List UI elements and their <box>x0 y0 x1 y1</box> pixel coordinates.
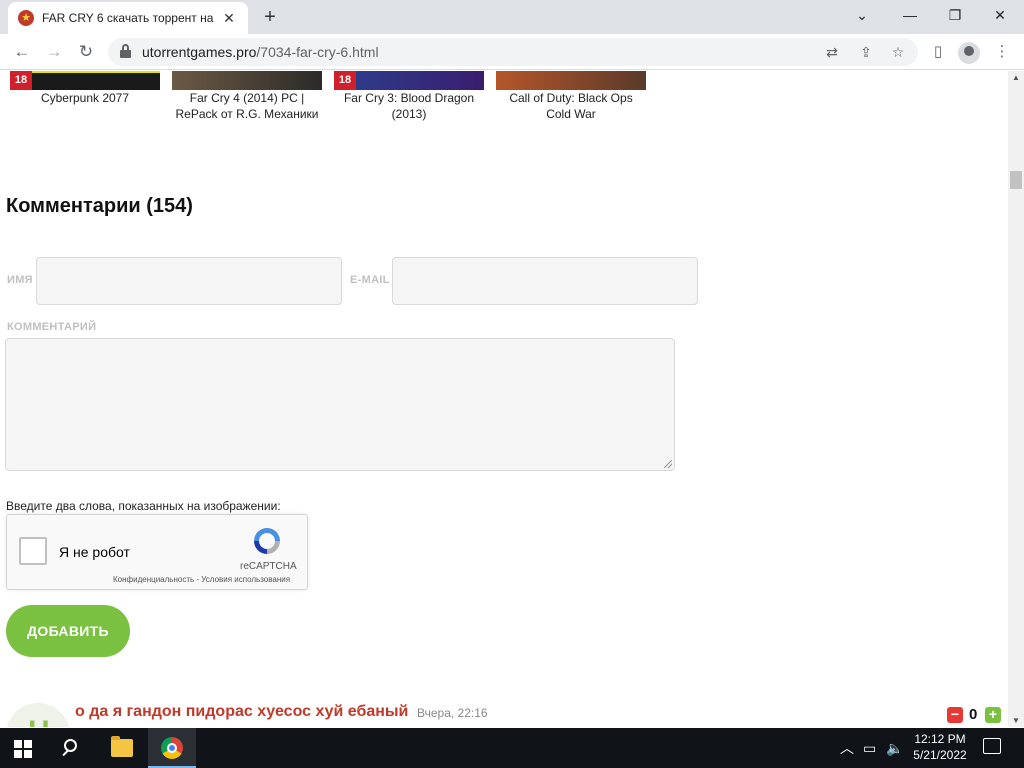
tray-chevron-up-icon[interactable]: ︿ <box>840 738 854 758</box>
page-scrollbar[interactable]: ▲ ▼ <box>1008 71 1024 727</box>
vote-up-button[interactable]: + <box>985 707 1001 723</box>
restore-button[interactable]: ❐ <box>933 4 977 26</box>
clock-date: 5/21/2022 <box>913 748 967 762</box>
age-rating-badge: 18 <box>334 71 356 90</box>
side-panel-icon[interactable]: ▯ <box>926 40 950 64</box>
windows-taskbar: ︿ ▭ 🔈 12:12 PM 5/21/2022 <box>0 728 1024 768</box>
resize-handle-icon[interactable] <box>664 460 672 468</box>
recaptcha-logo-icon <box>254 528 280 554</box>
reload-button[interactable]: ↻ <box>74 40 98 64</box>
tab-title: FAR CRY 6 скачать торрент на П <box>42 11 214 25</box>
related-game-caption[interactable]: Far Cry 4 (2014) PC | RePack от R.G. Мех… <box>172 90 322 122</box>
close-window-button[interactable]: ✕ <box>978 4 1022 26</box>
name-label: ИМЯ <box>7 274 33 286</box>
search-icon[interactable] <box>62 737 84 759</box>
add-comment-button[interactable]: ДОБАВИТЬ <box>6 605 130 657</box>
new-tab-button[interactable]: + <box>258 6 282 30</box>
taskbar-clock[interactable]: 12:12 PM 5/21/2022 <box>908 731 972 763</box>
windows-start-icon[interactable] <box>14 740 32 758</box>
site-favicon-icon: ★ <box>18 10 34 26</box>
menu-kebab-icon[interactable]: ⋮ <box>990 40 1014 64</box>
browser-toolbar: ← → ↻ utorrentgames.pro/7034-far-cry-6.h… <box>0 34 1024 70</box>
recaptcha-links[interactable]: Конфиденциальность - Условия использован… <box>113 575 290 584</box>
minimize-button[interactable]: — <box>888 4 932 26</box>
recaptcha-brand: reCAPTCHA <box>240 561 297 572</box>
age-rating-badge: 18 <box>10 71 32 90</box>
lock-icon[interactable] <box>120 44 131 58</box>
avatar: Н <box>6 703 70 727</box>
related-games: 18 Cyberpunk 2077 Far Cry 4 (2014) PC | … <box>0 71 700 131</box>
tab-search-chevron-icon[interactable]: ⌄ <box>840 4 884 26</box>
volume-icon[interactable]: 🔈 <box>886 738 903 758</box>
scroll-down-arrow-icon[interactable]: ▼ <box>1012 716 1020 725</box>
forward-button[interactable]: → <box>42 40 66 64</box>
chrome-icon <box>161 737 183 759</box>
related-game-caption[interactable]: Cyberpunk 2077 <box>10 90 160 106</box>
close-tab-icon[interactable]: ✕ <box>220 9 238 27</box>
network-icon[interactable]: ▭ <box>863 738 876 758</box>
url-text[interactable]: utorrentgames.pro/7034-far-cry-6.html <box>142 44 379 60</box>
url-domain: utorrentgames.pro <box>142 44 257 60</box>
related-game-caption[interactable]: Far Cry 3: Blood Dragon (2013) <box>334 90 484 122</box>
tab-strip: ★ FAR CRY 6 скачать торрент на П ✕ + ⌄ —… <box>0 0 1024 34</box>
scroll-thumb[interactable] <box>1010 171 1022 189</box>
comment-textarea[interactable] <box>5 338 675 471</box>
translate-icon[interactable]: ⇄ <box>822 42 842 62</box>
profile-avatar-icon[interactable] <box>958 42 980 64</box>
vote-down-button[interactable]: − <box>947 707 963 723</box>
file-explorer-icon[interactable] <box>111 736 133 757</box>
email-input[interactable] <box>392 257 698 305</box>
recaptcha-widget: Я не робот reCAPTCHA Конфиденциальность … <box>6 514 308 590</box>
comment-author-text: о да я гандон пидорас хуесос хуй ебаный <box>75 703 409 720</box>
browser-tab[interactable]: ★ FAR CRY 6 скачать торрент на П ✕ <box>8 2 248 34</box>
related-game-caption[interactable]: Call of Duty: Black Ops Cold War <box>496 90 646 122</box>
taskbar-chrome-button[interactable] <box>148 728 196 768</box>
captcha-prompt: Введите два слова, показанных на изображ… <box>6 499 281 513</box>
game-thumbnail[interactable] <box>496 71 646 90</box>
name-input[interactable] <box>36 257 342 305</box>
page-viewport: 18 Cyberpunk 2077 Far Cry 4 (2014) PC | … <box>0 71 1008 727</box>
comments-heading: Комментарии (154) <box>6 195 193 217</box>
game-thumbnail[interactable] <box>172 71 322 90</box>
url-path: /7034-far-cry-6.html <box>256 44 379 60</box>
clock-time: 12:12 PM <box>914 732 966 746</box>
avatar-letter: Н <box>28 715 50 727</box>
scroll-up-arrow-icon[interactable]: ▲ <box>1012 73 1020 82</box>
notification-icon[interactable] <box>983 738 1001 754</box>
bookmark-star-icon[interactable]: ☆ <box>888 42 908 62</box>
vote-count: 0 <box>969 706 978 723</box>
back-button[interactable]: ← <box>10 40 34 64</box>
recaptcha-label: Я не робот <box>59 544 130 560</box>
comment-date: Вчера, 22:16 <box>417 706 488 720</box>
share-icon[interactable]: ⇪ <box>856 42 876 62</box>
address-bar[interactable]: utorrentgames.pro/7034-far-cry-6.html ⇄ … <box>108 38 918 66</box>
comment-label: КОММЕНТАРИЙ <box>7 321 97 333</box>
recaptcha-checkbox[interactable] <box>19 537 47 565</box>
game-thumbnail[interactable] <box>334 71 484 90</box>
email-label: E-MAIL <box>350 274 390 286</box>
game-thumbnail[interactable] <box>10 71 160 90</box>
